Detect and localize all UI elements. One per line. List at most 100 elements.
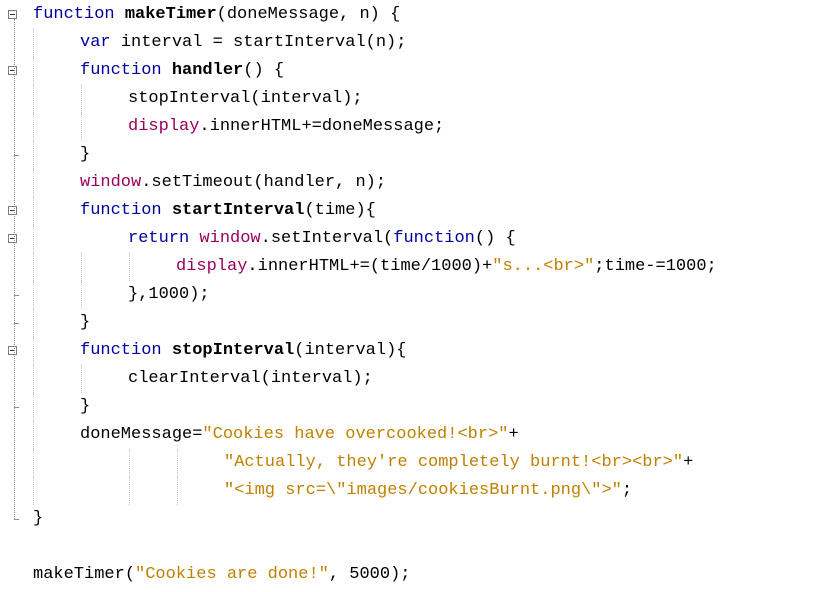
- code-line[interactable]: function startInterval(time){: [80, 197, 376, 225]
- indent-guide: [33, 393, 34, 421]
- indent-guide: [177, 477, 178, 505]
- code-token: }: [80, 397, 91, 416]
- code-line[interactable]: function handler() {: [80, 57, 284, 85]
- code-token: "s...<br>": [492, 257, 595, 276]
- code-token: }: [80, 313, 91, 332]
- indent-guide: [33, 197, 34, 225]
- code-line[interactable]: clearInterval(interval);: [128, 365, 373, 393]
- code-line[interactable]: "<img src=\"images/cookiesBurnt.png\">";: [224, 477, 632, 505]
- code-line[interactable]: display.innerHTML+=(time/1000)+"s...<br>…: [176, 253, 717, 281]
- indent-guide: [33, 309, 34, 337]
- indent-guide: [81, 113, 82, 141]
- code-token: function: [33, 5, 115, 24]
- code-token: "Actually, they're completely burnt!<br>…: [224, 453, 684, 472]
- code-line[interactable]: }: [33, 505, 43, 533]
- code-token: "Cookies have overcooked!<br>": [202, 425, 509, 444]
- code-token: "Cookies are done!": [135, 565, 329, 584]
- code-line[interactable]: makeTimer("Cookies are done!", 5000);: [33, 561, 411, 589]
- indent-guide: [33, 281, 34, 309]
- code-line[interactable]: }: [80, 309, 90, 337]
- indent-guide: [33, 477, 34, 505]
- code-line[interactable]: "Actually, they're completely burnt!<br>…: [224, 449, 693, 477]
- code-line[interactable]: return window.setInterval(function() {: [128, 225, 516, 253]
- code-token: display: [176, 257, 248, 276]
- code-token: }: [33, 509, 44, 528]
- code-token: .innerHTML+=(time/1000)+: [247, 257, 493, 276]
- code-token: .setTimeout(handler, n);: [141, 173, 387, 192]
- code-token: function: [80, 61, 162, 80]
- code-token: },1000);: [128, 285, 210, 304]
- code-token: window: [80, 173, 142, 192]
- code-token: doneMessage=: [80, 425, 203, 444]
- fold-toggle-icon[interactable]: [8, 10, 17, 19]
- code-token: stopInterval: [171, 341, 295, 360]
- code-line[interactable]: var interval = startInterval(n);: [80, 29, 406, 57]
- indent-guide: [81, 253, 82, 281]
- code-line[interactable]: }: [80, 393, 90, 421]
- indent-guide: [33, 225, 34, 253]
- code-token: , 5000);: [328, 565, 411, 584]
- indent-guide: [33, 57, 34, 85]
- indent-guide: [81, 365, 82, 393]
- code-token: handler: [171, 61, 244, 80]
- fold-end-marker: [14, 519, 19, 520]
- indent-guide: [33, 253, 34, 281]
- fold-line: [14, 19, 16, 519]
- code-token: "<img src=\"images/cookiesBurnt.png\">": [224, 481, 622, 500]
- code-token: +: [508, 425, 519, 444]
- code-token: () {: [243, 61, 285, 80]
- code-line[interactable]: stopInterval(interval);: [128, 85, 363, 113]
- code-token: () {: [474, 229, 516, 248]
- indent-guide: [129, 449, 130, 477]
- code-token: .innerHTML+=doneMessage;: [199, 117, 445, 136]
- indent-guide: [129, 253, 130, 281]
- indent-guide: [33, 113, 34, 141]
- code-token: makeTimer: [124, 5, 217, 24]
- indent-guide: [33, 141, 34, 169]
- code-token: function: [80, 201, 162, 220]
- indent-guide: [81, 85, 82, 113]
- indent-guide: [33, 29, 34, 57]
- code-line[interactable]: },1000);: [128, 281, 210, 309]
- code-token: return: [128, 229, 190, 248]
- code-token: (time){: [304, 201, 376, 220]
- code-line[interactable]: doneMessage="Cookies have overcooked!<br…: [80, 421, 519, 449]
- code-line[interactable]: function stopInterval(interval){: [80, 337, 406, 365]
- indent-guide: [81, 281, 82, 309]
- code-token: function: [80, 341, 162, 360]
- code-token: function: [393, 229, 475, 248]
- code-token: display: [128, 117, 200, 136]
- code-token: .setInterval(: [260, 229, 394, 248]
- code-token: +: [683, 453, 694, 472]
- indent-guide: [33, 449, 34, 477]
- code-token: ;: [621, 481, 633, 500]
- code-token: clearInterval(interval);: [128, 369, 373, 388]
- code-token: stopInterval(interval);: [128, 89, 363, 108]
- code-line[interactable]: function makeTimer(doneMessage, n) {: [33, 1, 400, 29]
- code-line[interactable]: window.setTimeout(handler, n);: [80, 169, 386, 197]
- indent-guide: [33, 169, 34, 197]
- code-editor[interactable]: function makeTimer(doneMessage, n) {var …: [0, 0, 819, 592]
- code-token: ;time-=1000;: [594, 257, 717, 276]
- indent-guide: [129, 477, 130, 505]
- code-line[interactable]: }: [80, 141, 90, 169]
- indent-guide: [33, 421, 34, 449]
- code-line[interactable]: display.innerHTML+=doneMessage;: [128, 113, 444, 141]
- code-token: var: [80, 33, 111, 52]
- indent-guide: [177, 449, 178, 477]
- indent-guide: [33, 365, 34, 393]
- indent-guide: [33, 337, 34, 365]
- code-token: window: [199, 229, 261, 248]
- code-token: }: [80, 145, 91, 164]
- code-token: (interval){: [294, 341, 407, 360]
- indent-guide: [33, 85, 34, 113]
- code-token: (doneMessage, n) {: [216, 5, 401, 24]
- code-token: startInterval: [171, 201, 305, 220]
- code-token: interval = startInterval(n);: [110, 33, 407, 52]
- code-token: makeTimer(: [33, 565, 136, 584]
